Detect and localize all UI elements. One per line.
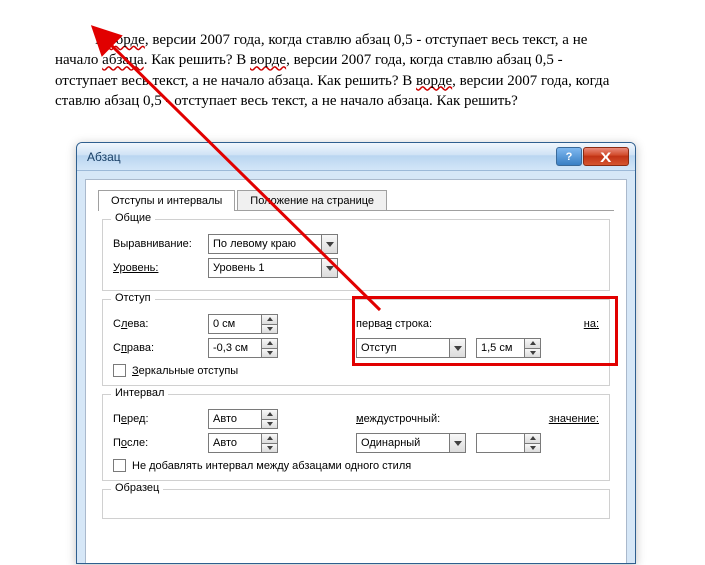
document-text: В ворде, версии 2007 года, когда ставлю …: [55, 30, 675, 111]
spin-up-icon[interactable]: [262, 315, 277, 324]
spin-down-icon[interactable]: [525, 348, 540, 358]
tab-indents[interactable]: Отступы и интервалы: [98, 190, 235, 211]
group-indent: Отступ Слева: 0 см первая строка: на:: [102, 299, 610, 386]
level-label: Уровень:: [113, 262, 208, 274]
group-general-title: Общие: [111, 212, 155, 224]
before-spinner[interactable]: Авто: [208, 409, 278, 429]
level-combo[interactable]: Уровень 1: [208, 258, 338, 278]
at-spinner[interactable]: [476, 433, 541, 453]
spin-up-icon[interactable]: [525, 434, 540, 443]
spin-down-icon[interactable]: [262, 348, 277, 358]
group-sample: Образец: [102, 489, 610, 519]
firstline-combo[interactable]: Отступ: [356, 338, 466, 358]
chevron-down-icon: [449, 434, 465, 452]
titlebar: Абзац ? X: [77, 143, 635, 171]
right-spinner[interactable]: -0,3 см: [208, 338, 278, 358]
chevron-down-icon: [449, 339, 465, 357]
left-spinner[interactable]: 0 см: [208, 314, 278, 334]
linespacing-label: междустрочный:: [356, 413, 461, 425]
tabstrip: Отступы и интервалы Положение на страниц…: [98, 190, 614, 211]
group-general: Общие Выравнивание: По левому краю Урове…: [102, 219, 610, 291]
spin-up-icon[interactable]: [525, 339, 540, 348]
nospace-checkbox[interactable]: Не добавлять интервал между абзацами одн…: [113, 459, 599, 472]
close-icon: X: [600, 149, 611, 165]
checkbox-icon: [113, 364, 126, 377]
spin-down-icon[interactable]: [262, 443, 277, 453]
before-label: Перед:: [113, 413, 208, 425]
paragraph-dialog: Абзац ? X Отступы и интервалы Положение …: [76, 142, 636, 564]
alignment-combo[interactable]: По левому краю: [208, 234, 338, 254]
dialog-client: Отступы и интервалы Положение на страниц…: [85, 179, 627, 563]
right-label: Справа:: [113, 342, 208, 354]
checkbox-icon: [113, 459, 126, 472]
by-spinner[interactable]: 1,5 см: [476, 338, 541, 358]
linespacing-combo[interactable]: Одинарный: [356, 433, 466, 453]
chevron-down-icon: [321, 259, 337, 277]
sample-title: Образец: [111, 482, 163, 494]
mirror-label: Зеркальные отступы: [132, 365, 238, 377]
left-label: Слева:: [113, 318, 208, 330]
group-spacing-title: Интервал: [111, 387, 168, 399]
spin-down-icon[interactable]: [262, 324, 277, 334]
question-icon: ?: [566, 151, 573, 163]
mirror-checkbox[interactable]: Зеркальные отступы: [113, 364, 599, 377]
spin-up-icon[interactable]: [262, 339, 277, 348]
help-button[interactable]: ?: [556, 147, 582, 166]
after-label: После:: [113, 437, 208, 449]
spin-up-icon[interactable]: [262, 410, 277, 419]
nospace-label: Не добавлять интервал между абзацами одн…: [132, 460, 411, 472]
tab-position[interactable]: Положение на странице: [237, 190, 387, 210]
dialog-title: Абзац: [87, 150, 556, 164]
by-label: на:: [584, 318, 599, 330]
group-indent-title: Отступ: [111, 292, 155, 304]
spin-up-icon[interactable]: [262, 434, 277, 443]
group-spacing: Интервал Перед: Авто междустрочный: знач…: [102, 394, 610, 481]
spin-down-icon[interactable]: [262, 419, 277, 429]
at-label: значение:: [549, 413, 599, 425]
alignment-label: Выравнивание:: [113, 238, 208, 250]
after-spinner[interactable]: Авто: [208, 433, 278, 453]
spin-down-icon[interactable]: [525, 443, 540, 453]
close-button[interactable]: X: [583, 147, 629, 166]
chevron-down-icon: [321, 235, 337, 253]
firstline-label: первая строка:: [356, 318, 461, 330]
